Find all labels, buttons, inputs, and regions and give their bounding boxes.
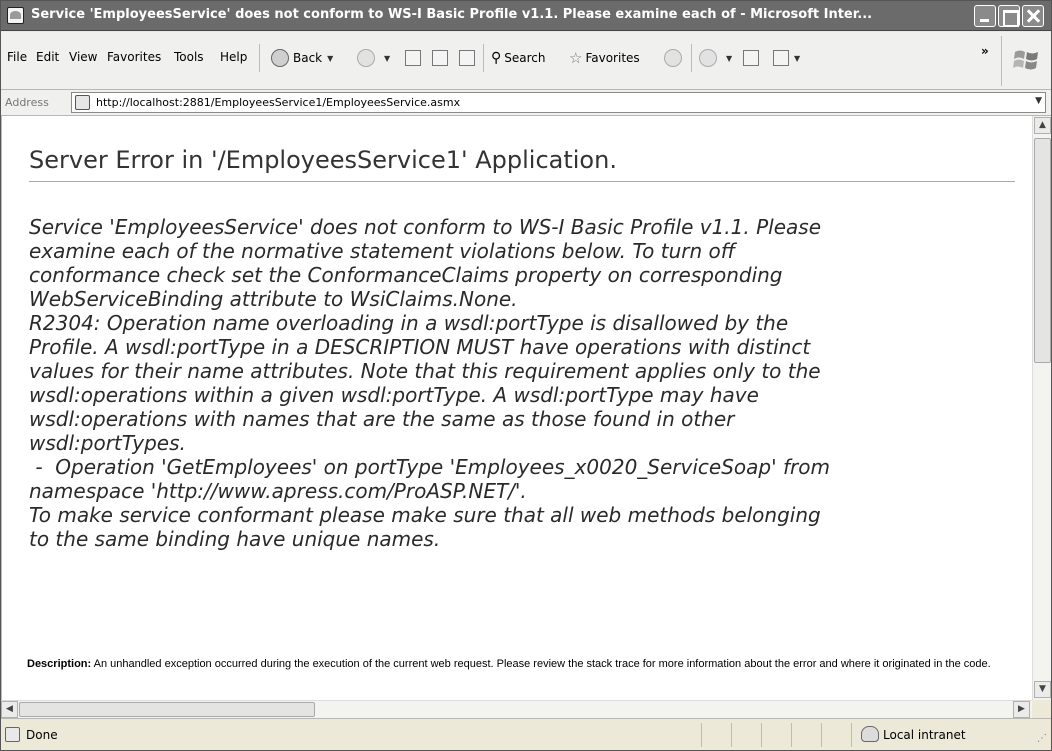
page-done-icon (5, 727, 20, 742)
title-bar[interactable]: Service 'EmployeesService' does not conf… (1, 1, 1051, 31)
window-title: Service 'EmployeesService' does not conf… (31, 7, 873, 22)
page-title: Server Error in '/EmployeesService1' App… (29, 146, 617, 174)
edit-dropdown-icon[interactable]: ▼ (794, 54, 800, 63)
resize-grip-icon[interactable]: ⋰ (1037, 733, 1047, 744)
refresh-button[interactable] (432, 47, 448, 69)
address-url[interactable]: http://localhost:2881/EmployeesService1/… (96, 96, 460, 109)
menu-help[interactable]: Help (220, 50, 247, 64)
error-line: conformance check set the ConformanceCla… (29, 263, 783, 287)
search-label: Search (504, 51, 546, 65)
toolbar-separator (259, 44, 260, 72)
back-dropdown-icon[interactable]: ▼ (327, 54, 333, 63)
history-button[interactable] (664, 47, 686, 69)
error-line: To make service conformant please make s… (29, 503, 821, 527)
error-line: Service 'EmployeesService' does not conf… (29, 215, 821, 239)
error-line: wsdl:portTypes. (29, 431, 186, 455)
error-line: examine each of the normative statement … (29, 239, 736, 263)
error-description: Description: An unhandled exception occu… (27, 657, 1012, 672)
scroll-right-arrow-icon[interactable]: ▶ (1013, 701, 1030, 718)
error-line: R2304: Operation name overloading in a w… (29, 311, 789, 335)
toolbar-separator (1001, 36, 1002, 86)
forward-arrow-icon (357, 49, 375, 67)
print-button[interactable] (743, 47, 759, 69)
error-line: namespace 'http://www.apress.com/ProASP.… (29, 479, 527, 503)
scroll-corner (1032, 700, 1051, 718)
favorites-button[interactable]: ☆ Favorites (569, 47, 640, 69)
maximize-button[interactable] (998, 5, 1020, 27)
favorites-label: Favorites (585, 51, 640, 65)
error-message: Service 'EmployeesService' does not conf… (29, 215, 1019, 551)
close-button[interactable] (1022, 5, 1044, 27)
back-label: Back (293, 51, 323, 65)
horizontal-scroll-thumb[interactable] (19, 702, 315, 717)
forward-dropdown-icon[interactable]: ▼ (384, 54, 390, 63)
edit-button[interactable]: ▼ (773, 47, 800, 69)
stop-icon (405, 50, 421, 66)
menu-favorites[interactable]: Favorites (107, 50, 161, 64)
scroll-left-arrow-icon[interactable]: ◀ (1, 701, 18, 718)
status-pane-divider (821, 723, 822, 747)
menu-toolbar-row: File Edit View Favorites Tools Help Back… (1, 32, 1051, 90)
back-button[interactable]: Back ▼ (271, 47, 333, 69)
toolbar-separator (483, 44, 484, 72)
page-content[interactable]: Server Error in '/EmployeesService1' App… (1, 116, 1032, 700)
intranet-zone-icon (861, 726, 879, 742)
status-pane-divider (851, 723, 852, 747)
error-line: Profile. A wsdl:portType in a DESCRIPTIO… (29, 335, 811, 359)
refresh-icon (432, 50, 448, 66)
address-label: Address (5, 96, 49, 109)
ie-page-icon (7, 7, 24, 24)
favorites-star-icon: ☆ (569, 49, 583, 67)
scroll-down-arrow-icon[interactable]: ▼ (1034, 681, 1051, 698)
menu-view[interactable]: View (69, 50, 97, 64)
minimize-button[interactable] (974, 5, 996, 27)
security-zone: Local intranet (883, 728, 966, 742)
error-line: values for their name attributes. Note t… (29, 359, 821, 383)
address-dropdown-icon[interactable]: ▼ (1035, 96, 1042, 106)
error-line: WebServiceBinding attribute to WsiClaims… (29, 287, 518, 311)
windows-logo-icon (1013, 50, 1038, 70)
search-icon: ⚲ (491, 50, 502, 66)
status-pane-divider (731, 723, 732, 747)
address-bar: Address http://localhost:2881/EmployeesS… (1, 90, 1051, 116)
mail-button[interactable]: ▼ (699, 47, 732, 69)
status-pane-divider (791, 723, 792, 747)
description-text: An unhandled exception occurred during t… (91, 658, 991, 670)
toolbar-separator (691, 44, 692, 72)
mail-icon (699, 49, 717, 67)
scroll-up-arrow-icon[interactable]: ▲ (1034, 117, 1051, 134)
vertical-scrollbar[interactable]: ▲ ▼ (1032, 116, 1051, 700)
status-text: Done (26, 728, 58, 742)
back-arrow-icon (271, 49, 289, 67)
browser-window: Service 'EmployeesService' does not conf… (0, 0, 1052, 751)
print-icon (743, 50, 759, 66)
history-icon (664, 49, 682, 67)
error-line: - Operation 'GetEmployees' on portType '… (29, 455, 830, 479)
horizontal-scrollbar[interactable]: ◀ ▶ (1, 700, 1032, 718)
vertical-scroll-thumb[interactable] (1034, 138, 1051, 363)
error-line: wsdl:operations with names that are the … (29, 407, 735, 431)
search-button[interactable]: ⚲ Search (491, 47, 546, 69)
mail-dropdown-icon[interactable]: ▼ (726, 54, 732, 63)
status-pane-divider (761, 723, 762, 747)
menu-file[interactable]: File (7, 50, 27, 64)
menu-edit[interactable]: Edit (36, 50, 59, 64)
status-bar: Done Local intranet ⋰ (1, 718, 1051, 750)
error-line: wsdl:operations within a given wsdl:port… (29, 383, 759, 407)
title-divider (29, 181, 1015, 182)
address-input[interactable]: http://localhost:2881/EmployeesService1/… (71, 92, 1046, 113)
forward-button[interactable]: ▼ (357, 47, 390, 69)
page-icon (75, 95, 90, 110)
description-label: Description: (27, 658, 92, 670)
edit-page-icon (773, 50, 789, 66)
status-pane-divider (701, 723, 702, 747)
stop-button[interactable] (405, 47, 421, 69)
toolbar-overflow-button[interactable]: » (981, 44, 989, 58)
home-icon (459, 50, 475, 66)
menu-tools[interactable]: Tools (174, 50, 204, 64)
home-button[interactable] (459, 47, 475, 69)
error-line: to the same binding have unique names. (29, 527, 441, 551)
